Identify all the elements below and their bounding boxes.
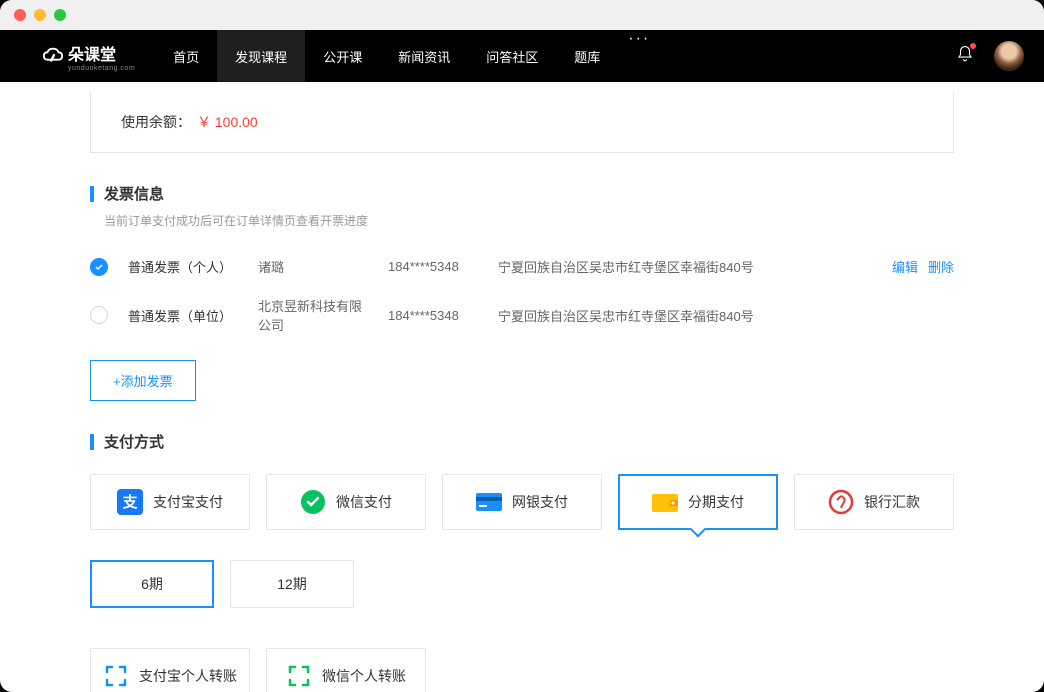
invoice-phone: 184****5348 [388, 308, 478, 323]
svg-text:支: 支 [121, 493, 138, 511]
scan-blue-icon [103, 663, 129, 689]
user-avatar[interactable] [994, 41, 1024, 71]
transfer-label: 微信个人转账 [322, 666, 406, 686]
invoice-name: 诸璐 [258, 257, 368, 276]
installment-12[interactable]: 12期 [230, 560, 354, 608]
invoice-type: 普通发票（单位） [128, 306, 238, 325]
section-header: 发票信息 [90, 183, 954, 204]
pay-remittance[interactable]: 银行汇款 [794, 474, 954, 530]
radio-checked-icon[interactable] [90, 258, 108, 276]
logo-sub: yunduoketang.com [68, 65, 135, 72]
payment-title: 支付方式 [104, 431, 164, 452]
radio-unchecked-icon[interactable] [90, 306, 108, 324]
payment-section: 支付方式 支 支付宝支付 微信支付 [90, 431, 954, 692]
section-bar [90, 434, 94, 450]
section-bar [90, 186, 94, 202]
installment-options: 6期 12期 [90, 560, 954, 608]
nav-items: 首页 发现课程 公开课 新闻资讯 问答社区 题库 ··· [155, 30, 660, 82]
pay-bank[interactable]: 网银支付 [442, 474, 602, 530]
maximize-icon[interactable] [54, 9, 66, 21]
pay-label: 分期支付 [688, 492, 744, 512]
invoice-address: 宁夏回族自治区吴忠市红寺堡区幸福街840号 [498, 257, 872, 276]
invoice-subtitle: 当前订单支付成功后可在订单详情页查看开票进度 [104, 212, 954, 229]
invoice-phone: 184****5348 [388, 259, 478, 274]
pay-label: 微信支付 [336, 492, 392, 512]
transfer-options: 支付宝个人转账 微信个人转账 [90, 648, 954, 692]
invoice-section: 发票信息 当前订单支付成功后可在订单详情页查看开票进度 普通发票（个人） 诸璐 … [90, 183, 954, 401]
balance-card: 使用余额： ￥ 100.00 [90, 92, 954, 153]
nav-news[interactable]: 新闻资讯 [380, 30, 468, 82]
transfer-alipay[interactable]: 支付宝个人转账 [90, 648, 250, 692]
balance-label: 使用余额： [121, 114, 191, 130]
balance-value: ￥ 100.00 [197, 114, 258, 130]
logo[interactable]: 朵课堂 yunduoketang.com [42, 41, 135, 72]
invoice-type: 普通发票（个人） [128, 257, 238, 276]
pay-wechat[interactable]: 微信支付 [266, 474, 426, 530]
nav-home[interactable]: 首页 [155, 30, 217, 82]
transfer-wechat[interactable]: 微信个人转账 [266, 648, 426, 692]
invoice-row-personal[interactable]: 普通发票（个人） 诸璐 184****5348 宁夏回族自治区吴忠市红寺堡区幸福… [90, 247, 954, 286]
minimize-icon[interactable] [34, 9, 46, 21]
notification-bell[interactable] [956, 45, 974, 68]
payment-options: 支 支付宝支付 微信支付 网银支付 [90, 474, 954, 530]
nav-discover[interactable]: 发现课程 [217, 30, 305, 82]
invoice-title: 发票信息 [104, 183, 164, 204]
notification-dot [970, 43, 976, 49]
pay-label: 网银支付 [512, 492, 568, 512]
invoice-name: 北京昱新科技有限公司 [258, 296, 368, 334]
nav-public[interactable]: 公开课 [305, 30, 380, 82]
close-icon[interactable] [14, 9, 26, 21]
wechat-icon [300, 489, 326, 515]
bank-card-icon [476, 489, 502, 515]
section-header: 支付方式 [90, 431, 954, 452]
remittance-icon [828, 489, 854, 515]
pay-alipay[interactable]: 支 支付宝支付 [90, 474, 250, 530]
content-area: 使用余额： ￥ 100.00 发票信息 当前订单支付成功后可在订单详情页查看开票进… [0, 82, 1044, 692]
wallet-icon [652, 489, 678, 515]
pay-label: 银行汇款 [864, 492, 920, 512]
invoice-list: 普通发票（个人） 诸璐 184****5348 宁夏回族自治区吴忠市红寺堡区幸福… [90, 247, 954, 344]
cloud-icon [42, 45, 64, 67]
pay-label: 支付宝支付 [153, 492, 223, 512]
edit-link[interactable]: 编辑 [892, 257, 918, 276]
alipay-icon: 支 [117, 489, 143, 515]
transfer-label: 支付宝个人转账 [139, 666, 237, 686]
nav-more-icon[interactable]: ··· [618, 30, 660, 82]
pay-installment[interactable]: 分期支付 [618, 474, 778, 530]
add-invoice-button[interactable]: +添加发票 [90, 360, 196, 401]
invoice-row-company[interactable]: 普通发票（单位） 北京昱新科技有限公司 184****5348 宁夏回族自治区吴… [90, 286, 954, 344]
scan-green-icon [286, 663, 312, 689]
invoice-address: 宁夏回族自治区吴忠市红寺堡区幸福街840号 [498, 306, 954, 325]
nav-bank[interactable]: 题库 [556, 30, 618, 82]
delete-link[interactable]: 删除 [928, 257, 954, 276]
installment-6[interactable]: 6期 [90, 560, 214, 608]
nav-qa[interactable]: 问答社区 [468, 30, 556, 82]
navbar: 朵课堂 yunduoketang.com 首页 发现课程 公开课 新闻资讯 问答… [0, 30, 1044, 82]
titlebar [0, 0, 1044, 30]
invoice-actions: 编辑 删除 [892, 257, 954, 276]
logo-text: 朵课堂 [68, 41, 135, 65]
nav-right [956, 41, 1024, 71]
app-window: 朵课堂 yunduoketang.com 首页 发现课程 公开课 新闻资讯 问答… [0, 0, 1044, 692]
